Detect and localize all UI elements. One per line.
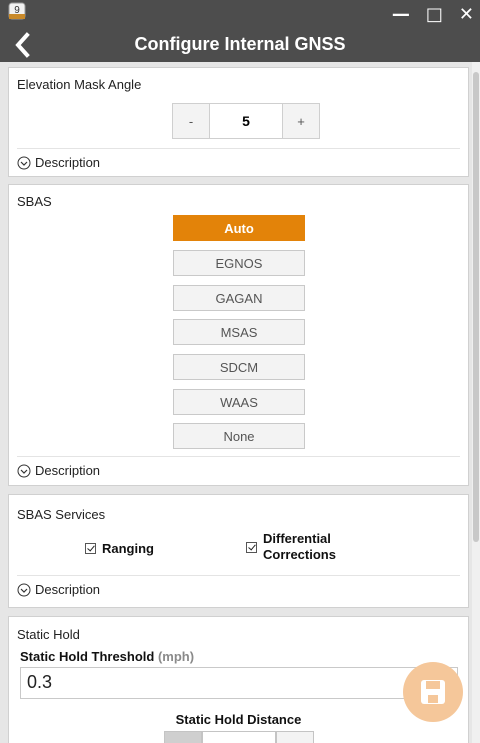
static-hold-threshold-unit: (mph)	[157, 649, 195, 664]
sbas-option-waas[interactable]: WAAS	[173, 389, 305, 415]
save-button[interactable]	[403, 662, 463, 722]
svg-text:9: 9	[14, 5, 20, 16]
sbas-title: SBAS	[17, 194, 52, 209]
differential-corrections-label: Differential Corrections	[263, 531, 336, 562]
increment-button[interactable]	[276, 731, 314, 743]
sbas-option-none[interactable]: None	[173, 423, 305, 449]
static-hold-distance-label: Static Hold Distance	[175, 712, 302, 727]
chevron-circle-down-icon	[17, 464, 31, 477]
ranging-checkbox[interactable]: Ranging	[85, 541, 154, 556]
sbas-option-gagan[interactable]: GAGAN	[173, 285, 305, 311]
checkbox-checked-icon	[246, 541, 257, 553]
description-label: Description	[35, 463, 101, 478]
elevation-mask-title: Elevation Mask Angle	[17, 77, 142, 92]
static-hold-title: Static Hold	[17, 627, 80, 642]
scrollbar[interactable]	[472, 62, 480, 743]
close-button[interactable]: ✕	[459, 4, 474, 25]
elevation-mask-value[interactable]: 5	[210, 103, 282, 139]
static-hold-threshold-label: Static Hold Threshold (mph)	[20, 649, 195, 664]
scrollbar-thumb[interactable]	[473, 72, 479, 542]
maximize-button[interactable]: □	[426, 4, 443, 25]
static-hold-distance-stepper	[164, 731, 314, 743]
differential-corrections-checkbox[interactable]: Differential Corrections	[246, 531, 336, 563]
description-label: Description	[35, 155, 101, 170]
increment-button[interactable]: +	[282, 103, 320, 139]
page-title: Configure Internal GNSS	[134, 34, 346, 54]
sbas-description-toggle[interactable]: Description	[17, 456, 460, 478]
static-hold-distance-value[interactable]	[202, 731, 276, 743]
description-label: Description	[35, 582, 101, 597]
app-icon: 9	[8, 2, 26, 20]
elevation-mask-description-toggle[interactable]: Description	[17, 148, 460, 170]
chevron-circle-down-icon	[17, 583, 31, 596]
decrement-button[interactable]: -	[172, 103, 210, 139]
sbas-services-card: SBAS Services Ranging Differential Correc…	[8, 494, 469, 608]
elevation-mask-stepper: - 5 +	[172, 103, 320, 139]
sbas-services-description-toggle[interactable]: Description	[17, 575, 460, 597]
sbas-option-msas[interactable]: MSAS	[173, 319, 305, 345]
title-bar: 9 — □ ✕ Configure Internal GNSS	[0, 0, 480, 62]
sbas-option-egnos[interactable]: EGNOS	[173, 250, 305, 276]
decrement-button[interactable]	[164, 731, 202, 743]
elevation-mask-card: Elevation Mask Angle - 5 + Description	[8, 67, 469, 177]
minimize-button[interactable]: —	[392, 4, 410, 25]
chevron-circle-down-icon	[17, 156, 31, 169]
checkbox-checked-icon	[85, 543, 96, 554]
ranging-label: Ranging	[102, 541, 154, 556]
floppy-disk-icon	[421, 680, 445, 704]
window-controls: — □ ✕	[392, 0, 474, 28]
sbas-option-auto[interactable]: Auto	[173, 215, 305, 241]
settings-panel[interactable]: Elevation Mask Angle - 5 + Description S…	[0, 62, 472, 743]
sbas-card: SBAS Auto EGNOS GAGAN MSAS SDCM WAAS Non…	[8, 184, 469, 486]
sbas-option-sdcm[interactable]: SDCM	[173, 354, 305, 380]
sbas-services-title: SBAS Services	[17, 507, 106, 522]
static-hold-threshold-input[interactable]: 0.3	[20, 667, 458, 699]
static-hold-card: Static Hold Static Hold Threshold (mph) …	[8, 616, 469, 743]
